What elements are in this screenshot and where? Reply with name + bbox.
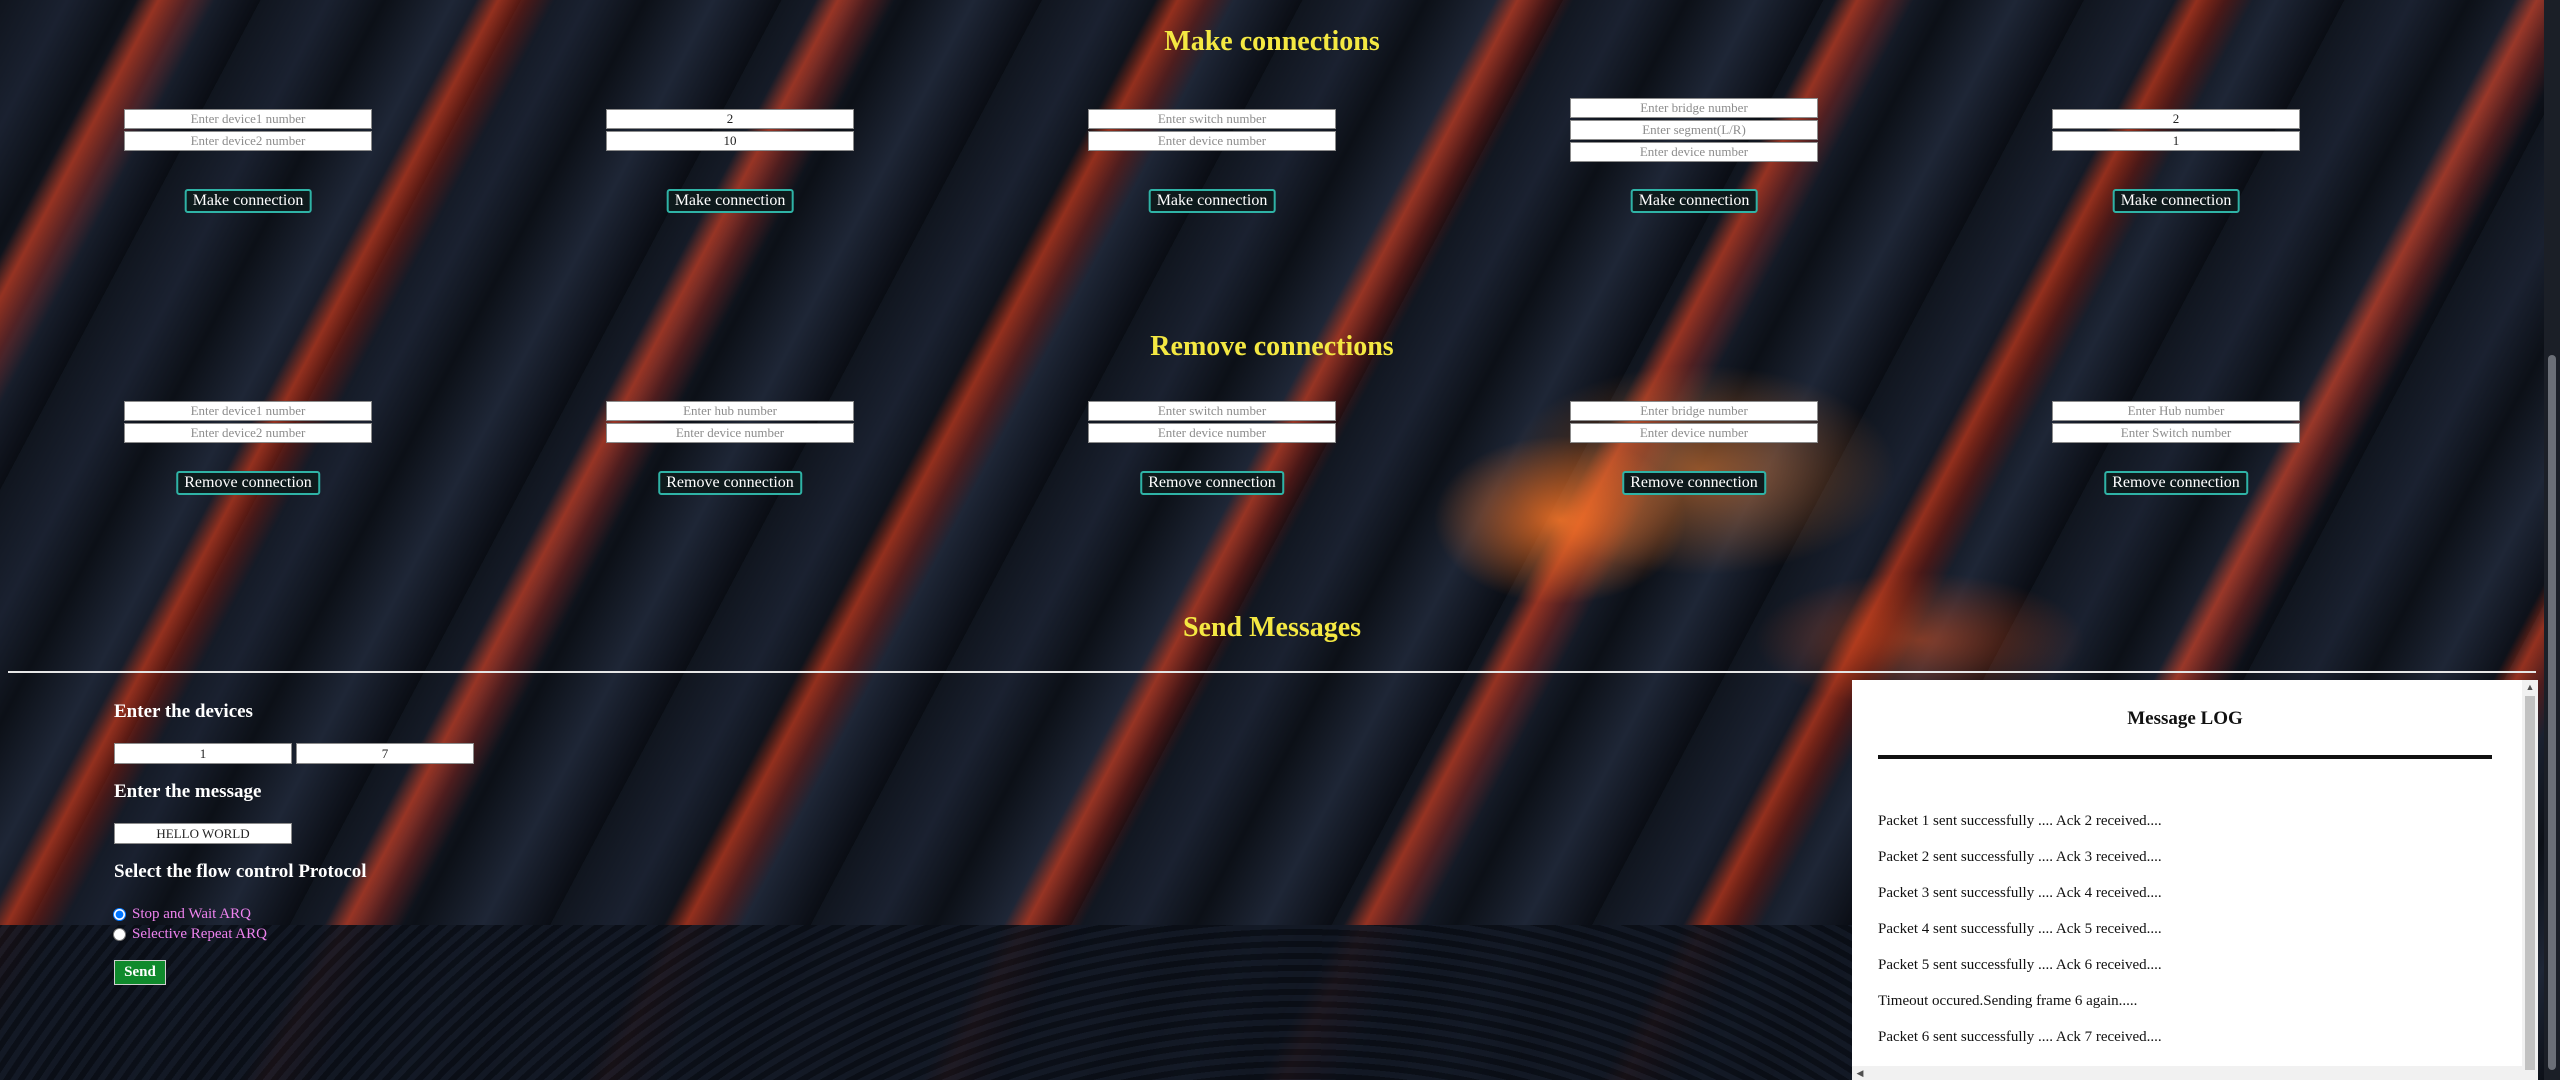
remove-group-2-field-2[interactable]	[606, 423, 854, 443]
source-device-input[interactable]	[114, 743, 292, 764]
send-messages-title: Send Messages	[1182, 612, 1362, 643]
remove-group-3-field-2[interactable]	[1088, 423, 1336, 443]
protocol-option-stop-and-wait[interactable]: Stop and Wait ARQ	[113, 906, 251, 923]
remove-group-2	[606, 401, 854, 445]
section-divider	[8, 671, 2536, 673]
log-entry: Timeout occured.Sending frame 6 again...…	[1878, 993, 2138, 1009]
make-group-3	[1088, 109, 1336, 153]
log-entry: Packet 3 sent successfully .... Ack 4 re…	[1878, 885, 2162, 901]
make-connection-button-3[interactable]: Make connection	[1148, 189, 1276, 213]
make-group-5-field-1[interactable]	[2052, 109, 2300, 129]
make-connection-button-4[interactable]: Make connection	[1630, 189, 1758, 213]
selective-repeat-radio[interactable]	[113, 928, 126, 941]
send-button[interactable]: Send	[114, 960, 166, 985]
message-label: Enter the message	[114, 781, 262, 802]
log-entry: Packet 1 sent successfully .... Ack 2 re…	[1878, 813, 2162, 829]
remove-group-4	[1570, 401, 1818, 445]
page-content: Make connections Make connection Make con…	[0, 0, 2560, 1080]
protocol-option-selective-repeat[interactable]: Selective Repeat ARQ	[113, 926, 267, 943]
make-group-2-field-1[interactable]	[606, 109, 854, 129]
make-group-5	[2052, 109, 2300, 153]
remove-group-3	[1088, 401, 1336, 445]
make-group-2-field-2[interactable]	[606, 131, 854, 151]
scroll-up-arrow-icon[interactable]: ▲	[2522, 680, 2538, 694]
protocol-label: Select the flow control Protocol	[114, 861, 367, 882]
remove-group-2-field-1[interactable]	[606, 401, 854, 421]
remove-connection-button-4[interactable]: Remove connection	[1622, 471, 1766, 495]
remove-group-1	[124, 401, 372, 445]
scroll-left-arrow-icon[interactable]: ◀	[1852, 1066, 1868, 1080]
remove-group-1-field-1[interactable]	[124, 401, 372, 421]
make-group-5-field-2[interactable]	[2052, 131, 2300, 151]
remove-group-5-field-1[interactable]	[2052, 401, 2300, 421]
make-group-4-field-2[interactable]	[1570, 120, 1818, 140]
message-log-list: Packet 1 sent successfully .... Ack 2 re…	[1878, 812, 2492, 1064]
make-group-4	[1570, 98, 1818, 164]
log-entry: Packet 5 sent successfully .... Ack 6 re…	[1878, 957, 2162, 973]
remove-group-4-field-2[interactable]	[1570, 423, 1818, 443]
log-entry: Packet 2 sent successfully .... Ack 3 re…	[1878, 849, 2162, 865]
remove-group-5-field-2[interactable]	[2052, 423, 2300, 443]
stop-and-wait-label: Stop and Wait ARQ	[132, 906, 251, 922]
make-connection-button-5[interactable]: Make connection	[2112, 189, 2240, 213]
make-connection-button-2[interactable]: Make connection	[666, 189, 794, 213]
make-group-3-field-1[interactable]	[1088, 109, 1336, 129]
remove-group-4-field-1[interactable]	[1570, 401, 1818, 421]
remove-connection-button-3[interactable]: Remove connection	[1140, 471, 1284, 495]
selective-repeat-label: Selective Repeat ARQ	[132, 926, 267, 942]
log-scroll-thumb[interactable]	[2525, 696, 2535, 1070]
make-group-1-field-1[interactable]	[124, 109, 372, 129]
message-log-panel[interactable]: Message LOG Packet 1 sent successfully .…	[1852, 680, 2538, 1080]
remove-connection-button-2[interactable]: Remove connection	[658, 471, 802, 495]
log-entry: Packet 4 sent successfully .... Ack 5 re…	[1878, 921, 2162, 937]
log-vertical-scrollbar[interactable]: ▲	[2522, 680, 2538, 1080]
remove-connection-button-5[interactable]: Remove connection	[2104, 471, 2248, 495]
destination-device-input[interactable]	[296, 743, 474, 764]
remove-group-1-field-2[interactable]	[124, 423, 372, 443]
devices-label: Enter the devices	[114, 701, 253, 722]
remove-connection-button-1[interactable]: Remove connection	[176, 471, 320, 495]
make-group-2	[606, 109, 854, 153]
remove-connections-title: Remove connections	[1150, 331, 1394, 362]
log-horizontal-scrollbar[interactable]: ◀	[1852, 1066, 2522, 1080]
log-entry: Packet 6 sent successfully .... Ack 7 re…	[1878, 1029, 2162, 1045]
message-input[interactable]	[114, 823, 292, 844]
remove-group-5	[2052, 401, 2300, 445]
make-group-1-field-2[interactable]	[124, 131, 372, 151]
message-log-rule	[1878, 755, 2492, 759]
page-scroll-thumb[interactable]	[2548, 355, 2556, 1070]
make-group-1	[124, 109, 372, 153]
make-connections-title: Make connections	[1164, 26, 1380, 57]
remove-group-3-field-1[interactable]	[1088, 401, 1336, 421]
make-group-4-field-1[interactable]	[1570, 98, 1818, 118]
page-scrollbar[interactable]	[2544, 0, 2560, 1080]
stop-and-wait-radio[interactable]	[113, 908, 126, 921]
make-group-3-field-2[interactable]	[1088, 131, 1336, 151]
message-log-title: Message LOG	[2127, 708, 2243, 729]
make-connection-button-1[interactable]: Make connection	[184, 189, 312, 213]
make-group-4-field-3[interactable]	[1570, 142, 1818, 162]
